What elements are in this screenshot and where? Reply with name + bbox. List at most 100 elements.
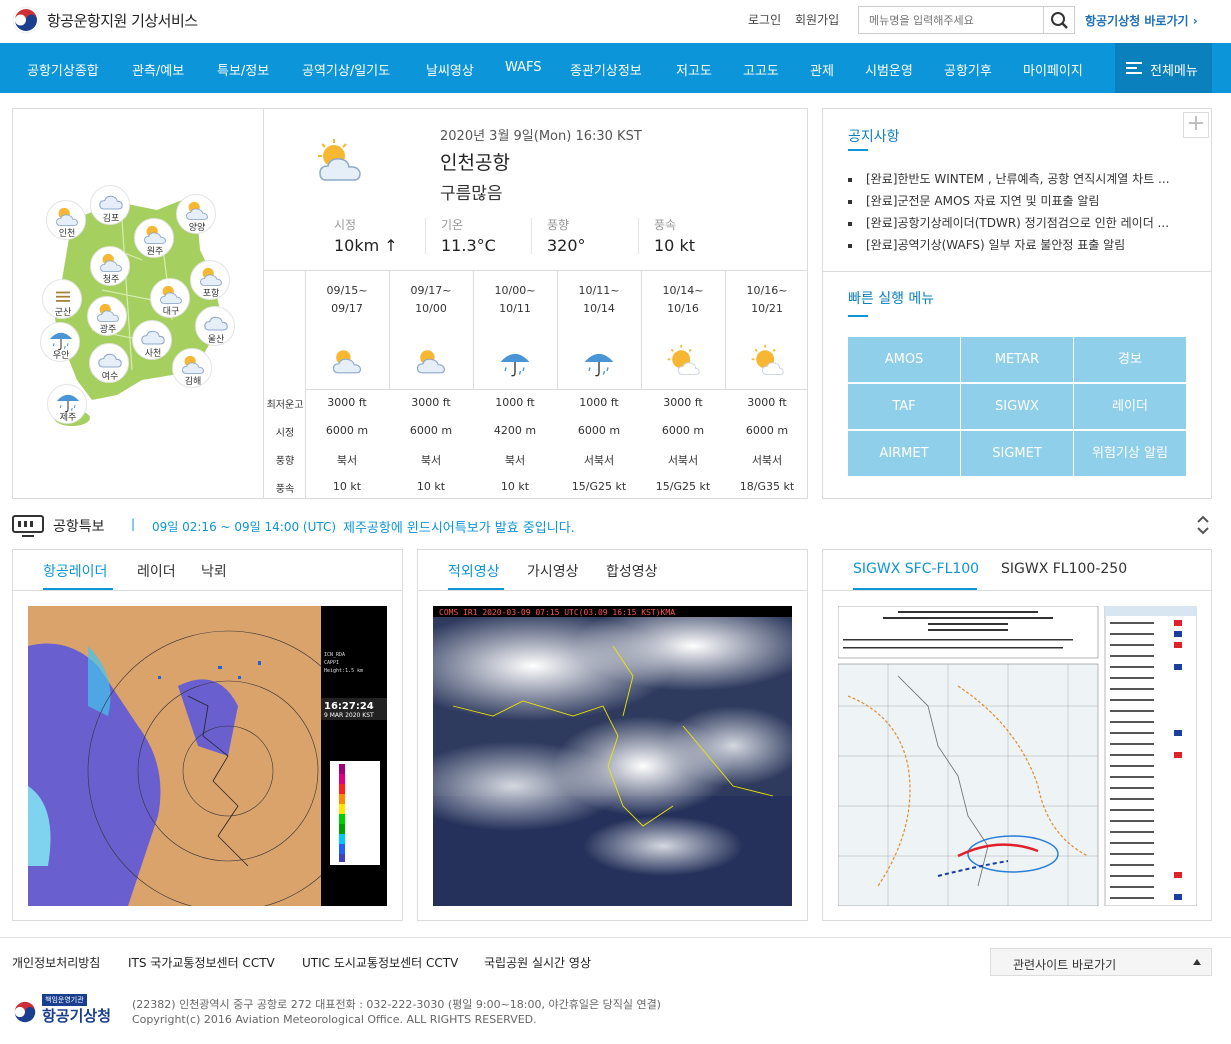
footer-link-national-park[interactable]: 국립공원 실시간 영상 <box>484 954 591 971</box>
notice-item[interactable]: [완료]공항기상레이더(TDWR) 정기점검으로 인한 레이더 ... <box>848 214 1183 231</box>
map-station-8[interactable]: 대구 <box>150 278 190 318</box>
tab-radar[interactable]: 레이더 <box>137 561 176 581</box>
map-station-15[interactable]: 제주 <box>47 384 87 424</box>
map-station-1[interactable]: 인천 <box>46 200 86 240</box>
more-notice-button[interactable]: + <box>1183 112 1209 138</box>
quick-button-6[interactable]: 레이더 <box>1074 384 1186 429</box>
notice-item[interactable]: [완료]한반도 WINTEM , 난류예측, 공항 연직시계열 차트 ... <box>848 170 1183 187</box>
forecast-period: 09/17~ 10/00 <box>410 284 452 315</box>
map-station-3[interactable]: 원주 <box>134 218 174 258</box>
nav-item[interactable]: 공항기상종합 <box>27 60 99 79</box>
map-station-14[interactable]: 김해 <box>172 348 212 388</box>
map-station-11[interactable]: 우안 <box>40 322 80 362</box>
site-title[interactable]: 항공운항지원 기상서비스 <box>47 10 198 31</box>
gov-logo-icon[interactable] <box>12 6 40 34</box>
quick-button-5[interactable]: SIGWX <box>961 384 1073 429</box>
notice-item[interactable]: [완료]군전문 AMOS 자료 지연 및 미표출 알림 <box>848 192 1183 209</box>
nav-item[interactable]: 관측/예보 <box>132 60 184 79</box>
related-sites-select[interactable]: 관련사이트 바로가기 <box>990 948 1212 976</box>
nav-item[interactable]: 관제 <box>810 60 834 79</box>
svg-text:CAPPI: CAPPI <box>324 660 339 666</box>
nav-item[interactable]: 고고도 <box>743 60 779 79</box>
map-station-4[interactable]: 양양 <box>176 194 216 234</box>
nav-item[interactable]: 날씨영상 <box>426 60 474 79</box>
warning-message[interactable]: 제주공항에 윈드시어특보가 발효 중입니다. <box>343 517 575 536</box>
nav-item[interactable]: 저고도 <box>676 60 712 79</box>
sigwx-chart-image[interactable] <box>838 606 1197 906</box>
quick-button-1[interactable]: AMOS <box>848 337 960 382</box>
forecast-dir: 서북서 <box>751 454 783 467</box>
updown-chevron-icon[interactable] <box>1196 513 1210 537</box>
tab-aviation-radar[interactable]: 항공레이더 <box>43 561 107 581</box>
map-station-9[interactable]: 울산 <box>195 306 235 346</box>
map-station-label: 김해 <box>184 377 202 387</box>
forecast-vis: 6000 m <box>661 424 705 437</box>
nav-item[interactable]: 공역기상/일기도 <box>302 60 390 79</box>
stat-label: 기온 <box>441 218 464 232</box>
map-station-label: 여수 <box>101 372 119 382</box>
map-station-label: 사천 <box>144 349 162 359</box>
tab-composite[interactable]: 합성영상 <box>606 561 658 581</box>
search-button[interactable] <box>1043 6 1075 34</box>
forecast-row-label: 시정 <box>275 428 295 439</box>
radar-date: 9 MAR 2020 KST <box>324 712 374 719</box>
observation-datetime: 2020년 3월 9일(Mon) 16:30 KST <box>440 129 642 144</box>
quick-button-2[interactable]: METAR <box>961 337 1073 382</box>
forecast-ceiling: 3000 ft <box>663 396 703 409</box>
radar-image[interactable]: ICN_RDA CAPPI Height:1.5 km 16:27:24 9 M… <box>28 606 387 906</box>
quick-button-8[interactable]: SIGMET <box>961 431 1073 476</box>
goto-kma-link[interactable]: 항공기상청 바로가기 › <box>1085 12 1198 29</box>
satellite-image[interactable]: COMS IR1 2020-03-09 07:15 UTC(03.09 16:1… <box>433 606 792 906</box>
quick-button-4[interactable]: TAF <box>848 384 960 429</box>
partly-cloudy-icon <box>413 344 449 383</box>
all-menu-button[interactable]: 전체메뉴 <box>1115 43 1212 93</box>
satellite-caption: COMS IR1 2020-03-09 07:15 UTC(03.09 16:1… <box>439 608 675 617</box>
nav-item[interactable]: 공항기후 <box>944 60 992 79</box>
caret-up-icon <box>1193 959 1201 965</box>
forecast-period: 10/14~ 10/16 <box>662 284 704 315</box>
tab-sigwx-fl100-250[interactable]: SIGWX FL100-250 <box>1001 561 1127 577</box>
notice-item[interactable]: [완료]공역기상(WAFS) 일부 자료 불안정 표출 알림 <box>848 236 1183 253</box>
forecast-speed: 15/G25 kt <box>571 480 627 493</box>
map-station-label: 울산 <box>207 335 225 345</box>
map-station-label: 김포 <box>102 214 120 224</box>
quick-button-3[interactable]: 경보 <box>1074 337 1186 382</box>
nav-item[interactable]: 특보/정보 <box>217 60 269 79</box>
footer-org-name: 항공기상청 <box>42 1007 112 1025</box>
forecast-dir: 서북서 <box>667 454 699 467</box>
map-station-6[interactable]: 군산 <box>42 279 82 319</box>
divider <box>263 108 264 499</box>
tab-infrared[interactable]: 적외영상 <box>448 561 500 581</box>
footer-link-privacy[interactable]: 개인정보처리방침 <box>12 954 100 971</box>
nav-item[interactable]: 시범운영 <box>865 60 913 79</box>
map-station-7[interactable]: 포항 <box>190 260 230 300</box>
nav-item[interactable]: WAFS <box>505 60 542 75</box>
tab-lightning[interactable]: 낙뢰 <box>201 561 227 581</box>
map-station-label: 청주 <box>102 275 120 285</box>
signup-link[interactable]: 회원가입 <box>795 11 839 28</box>
footer-address: (22382) 인천광역시 중구 공항로 272 대표전화 : 032-222-… <box>132 998 661 1011</box>
map-station-2[interactable]: 김포 <box>90 185 130 225</box>
nav-item[interactable]: 종관기상정보 <box>570 60 642 79</box>
footer-link-its-cctv[interactable]: ITS 국가교통정보센터 CCTV <box>128 954 275 971</box>
footer-link-utic-cctv[interactable]: UTIC 도시교통정보센터 CCTV <box>302 954 458 971</box>
radar-time: 16:27:24 <box>324 701 374 712</box>
forecast-dir: 북서 <box>420 454 442 467</box>
login-link[interactable]: 로그인 <box>748 11 781 28</box>
map-station-label: 우안 <box>52 351 70 361</box>
notice-title[interactable]: 공지사항 <box>848 126 900 146</box>
tab-visible[interactable]: 가시영상 <box>527 561 579 581</box>
map-station-5[interactable]: 청주 <box>90 246 130 286</box>
menu-search-input[interactable] <box>858 6 1044 34</box>
map-station-13[interactable]: 여수 <box>89 343 129 383</box>
quick-button-7[interactable]: AIRMET <box>848 431 960 476</box>
nav-item[interactable]: 마이페이지 <box>1023 60 1083 79</box>
tab-sigwx-sfc-fl100[interactable]: SIGWX SFC-FL100 <box>853 561 979 577</box>
quick-button-9[interactable]: 위험기상 알림 <box>1074 431 1186 476</box>
map-station-10[interactable]: 광주 <box>87 296 127 336</box>
forecast-ceiling: 3000 ft <box>327 396 367 409</box>
rain-icon <box>581 344 617 383</box>
map-station-12[interactable]: 사천 <box>132 320 172 360</box>
stat-label: 시정 <box>334 218 357 232</box>
rain-icon <box>497 344 533 383</box>
